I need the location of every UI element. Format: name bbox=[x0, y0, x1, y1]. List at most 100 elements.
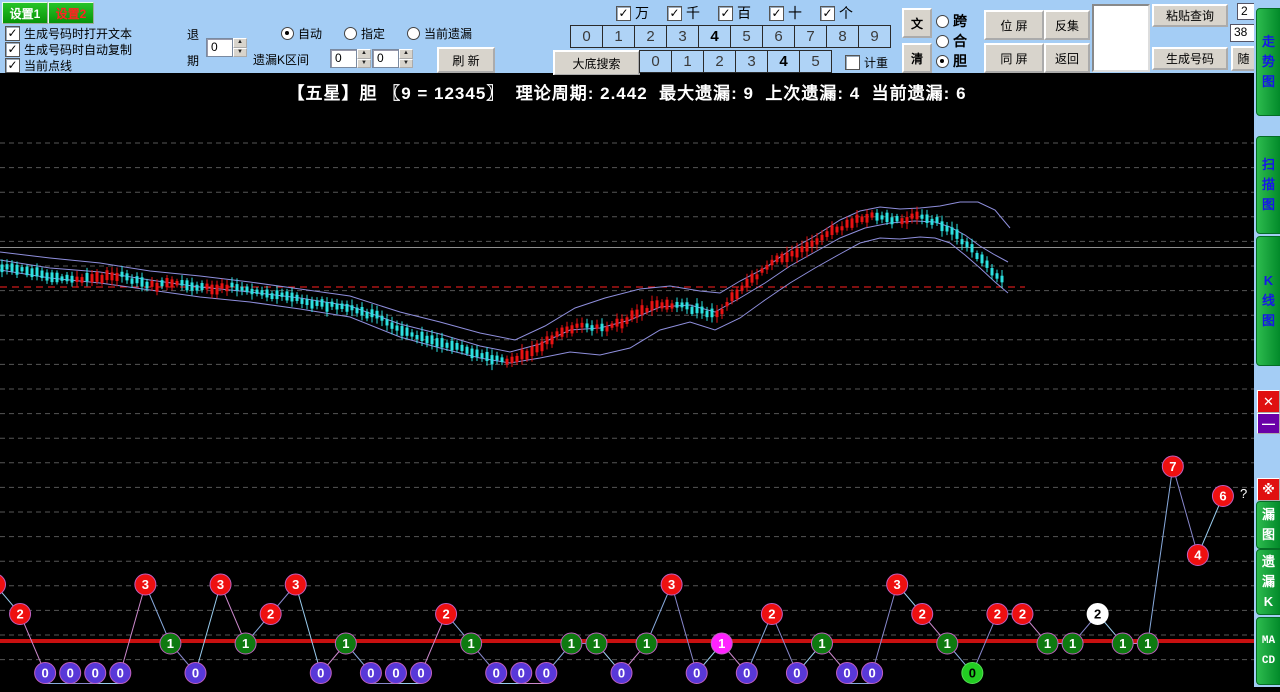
tab-char: 扫 bbox=[1262, 158, 1275, 172]
radio-dan[interactable]: 胆 bbox=[936, 51, 967, 71]
radio-current-miss[interactable]: 当前遗漏 bbox=[407, 25, 472, 42]
refresh-button[interactable]: 刷 新 bbox=[437, 47, 495, 73]
tab-kline-chart[interactable]: K线图 bbox=[1256, 236, 1280, 366]
radio-span-label: 跨 bbox=[953, 11, 967, 31]
digit-button-4[interactable]: 4 bbox=[698, 26, 730, 47]
tab-char: 描 bbox=[1262, 178, 1275, 192]
tab-char: 走 bbox=[1262, 35, 1275, 49]
digit-button-6[interactable]: 6 bbox=[762, 26, 794, 47]
weight-checkbox-box[interactable]: ✓ bbox=[718, 6, 733, 21]
same-screen-button[interactable]: 同 屏 bbox=[984, 43, 1044, 73]
miss-point-value: 1 bbox=[1119, 636, 1126, 651]
back-period-label-2: 期 bbox=[187, 52, 199, 69]
weight-checkbox-box[interactable]: ✓ bbox=[820, 6, 835, 21]
miss-point-value: 0 bbox=[543, 666, 550, 681]
digit2-button-3[interactable]: 3 bbox=[735, 51, 767, 72]
digit-button-0[interactable]: 0 bbox=[571, 26, 602, 47]
digit-button-3[interactable]: 3 bbox=[666, 26, 698, 47]
star-icon[interactable]: ※ bbox=[1257, 478, 1280, 501]
checkbox-current-line-box[interactable]: ✓ bbox=[5, 58, 20, 73]
miss-point-value: 0 bbox=[493, 666, 500, 681]
weight-checkbox-box[interactable]: ✓ bbox=[667, 6, 682, 21]
back-period-label-1: 退 bbox=[187, 26, 199, 43]
settings1-button[interactable]: 设置1 bbox=[2, 2, 48, 24]
miss-k-from-spinner[interactable]: 0 ▲▼ bbox=[330, 49, 371, 68]
digit-button-7[interactable]: 7 bbox=[794, 26, 826, 47]
digit2-button-2[interactable]: 2 bbox=[703, 51, 735, 72]
checkbox-weight-count-box[interactable] bbox=[845, 55, 860, 70]
weight-checkbox-千[interactable]: ✓千 bbox=[667, 3, 700, 23]
miss-k-to-arrows[interactable]: ▲▼ bbox=[399, 49, 413, 68]
miss-k-range-label: 遗漏K区间 bbox=[253, 51, 309, 68]
checkbox-current-line[interactable]: ✓ 当前点线 bbox=[5, 57, 72, 74]
kline-miss-chart-canvas[interactable]: 3200003103123010002100011013010201003210… bbox=[0, 75, 1254, 687]
tab-miss-chart[interactable]: 漏图 bbox=[1256, 501, 1280, 549]
radio-specified[interactable]: 指定 bbox=[344, 25, 385, 42]
miss-k-from-arrows[interactable]: ▲▼ bbox=[357, 49, 371, 68]
anti-set-button[interactable]: 反集 bbox=[1044, 10, 1090, 40]
digit-button-9[interactable]: 9 bbox=[858, 26, 890, 47]
weight-checkbox-十[interactable]: ✓十 bbox=[769, 3, 802, 23]
radio-specified-circle[interactable] bbox=[344, 27, 357, 40]
back-period-value[interactable]: 0 bbox=[206, 38, 233, 57]
digit2-button-0[interactable]: 0 bbox=[640, 51, 671, 72]
result-listbox[interactable] bbox=[1092, 4, 1150, 72]
generate-numbers-button[interactable]: 生成号码 bbox=[1152, 47, 1228, 70]
weight-checkbox-个[interactable]: ✓个 bbox=[820, 3, 853, 23]
radio-span[interactable]: 跨 bbox=[936, 11, 967, 31]
digit2-button-1[interactable]: 1 bbox=[671, 51, 703, 72]
paste-query-button[interactable]: 粘贴查询 bbox=[1152, 4, 1228, 27]
close-icon[interactable]: ✕ bbox=[1257, 390, 1280, 413]
checkbox-open-text-box[interactable]: ✓ bbox=[5, 26, 20, 41]
sidebar: 走势图 扫描图 K线图 ✕ — ※ 漏图 遗漏K MACD bbox=[1254, 0, 1280, 687]
text-button[interactable]: 文 bbox=[902, 8, 932, 38]
period-count-box[interactable]: 38 bbox=[1230, 24, 1255, 42]
settings2-button[interactable]: 设置2 bbox=[48, 2, 94, 24]
checkbox-weight-count[interactable]: 计重 bbox=[845, 54, 888, 71]
digit-button-1[interactable]: 1 bbox=[602, 26, 634, 47]
miss-point-value: 7 bbox=[1169, 459, 1176, 474]
miss-k-to-spinner[interactable]: 0 ▲▼ bbox=[372, 49, 413, 68]
chart-area: 【五星】胆 〖9 = 12345〗 理论周期: 2.442 最大遗漏: 9 上次… bbox=[0, 75, 1254, 687]
back-period-arrows[interactable]: ▲▼ bbox=[233, 38, 247, 57]
big-search-button[interactable]: 大底搜索 bbox=[553, 50, 640, 76]
tab-trend-chart[interactable]: 走势图 bbox=[1256, 8, 1280, 116]
weight-checkbox-box[interactable]: ✓ bbox=[616, 6, 631, 21]
miss-point-value: 1 bbox=[468, 636, 475, 651]
digit-button-2[interactable]: 2 bbox=[634, 26, 666, 47]
checkbox-auto-copy-box[interactable]: ✓ bbox=[5, 42, 20, 57]
weight-checkbox-百[interactable]: ✓百 bbox=[718, 3, 751, 23]
miss-point-value: 1 bbox=[643, 636, 650, 651]
back-period-spinner[interactable]: 0 ▲▼ bbox=[206, 38, 247, 57]
miss-point-value: 2 bbox=[1094, 607, 1101, 622]
tab-macd[interactable]: MACD bbox=[1256, 617, 1280, 685]
digit-button-8[interactable]: 8 bbox=[826, 26, 858, 47]
digit2-button-4[interactable]: 4 bbox=[767, 51, 799, 72]
radio-span-circle[interactable] bbox=[936, 15, 949, 28]
miss-k-from-value[interactable]: 0 bbox=[330, 49, 357, 68]
minimize-icon[interactable]: — bbox=[1257, 413, 1280, 434]
radio-dan-circle[interactable] bbox=[936, 55, 949, 68]
radio-auto[interactable]: 自动 bbox=[281, 25, 322, 42]
digit-button-5[interactable]: 5 bbox=[730, 26, 762, 47]
tab-char: 线 bbox=[1262, 294, 1275, 308]
tab-miss-k-chart[interactable]: 遗漏K bbox=[1256, 549, 1280, 615]
checkbox-open-text[interactable]: ✓ 生成号码时打开文本 bbox=[5, 25, 132, 42]
radio-sum-circle[interactable] bbox=[936, 35, 949, 48]
radio-auto-circle[interactable] bbox=[281, 27, 294, 40]
checkbox-current-line-label: 当前点线 bbox=[24, 57, 72, 74]
weight-checkbox-万[interactable]: ✓万 bbox=[616, 3, 649, 23]
miss-point-value: 3 bbox=[894, 577, 901, 592]
checkbox-auto-copy[interactable]: ✓ 生成号码时自动复制 bbox=[5, 41, 132, 58]
random-button[interactable]: 随 bbox=[1231, 46, 1256, 71]
position-screen-button[interactable]: 位 屏 bbox=[984, 10, 1044, 40]
return-button[interactable]: 返回 bbox=[1044, 43, 1090, 73]
clear-button[interactable]: 清 bbox=[902, 43, 932, 73]
radio-sum[interactable]: 合 bbox=[936, 31, 967, 51]
radio-current-miss-circle[interactable] bbox=[407, 27, 420, 40]
tab-scan-chart[interactable]: 扫描图 bbox=[1256, 136, 1280, 234]
digit2-button-5[interactable]: 5 bbox=[799, 51, 831, 72]
miss-k-to-value[interactable]: 0 bbox=[372, 49, 399, 68]
weight-checkbox-box[interactable]: ✓ bbox=[769, 6, 784, 21]
miss-point-value: 1 bbox=[342, 636, 349, 651]
